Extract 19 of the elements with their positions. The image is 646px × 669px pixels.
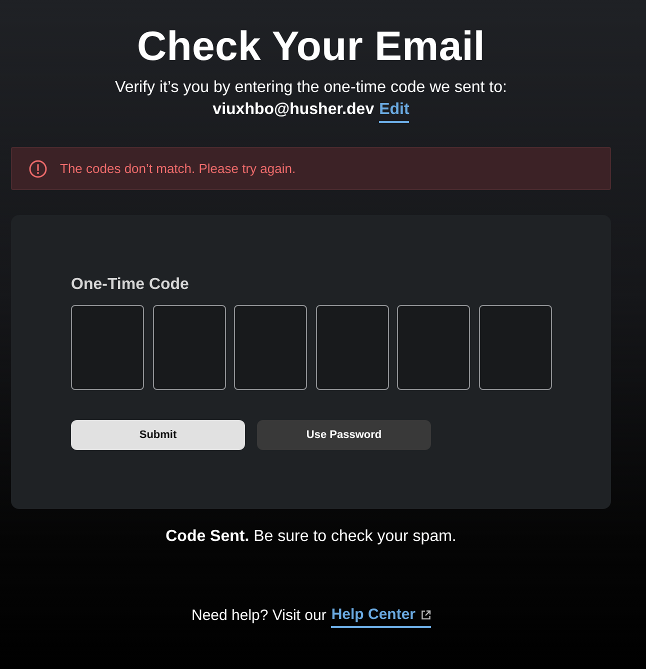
error-message: The codes don’t match. Please try again. bbox=[60, 161, 296, 176]
code-sent-notice: Code Sent. Be sure to check your spam. bbox=[166, 527, 456, 547]
code-digit-field[interactable] bbox=[234, 305, 307, 390]
code-digit-field[interactable] bbox=[478, 305, 552, 390]
code-digit-field[interactable] bbox=[71, 305, 144, 390]
edit-link[interactable]: Edit bbox=[379, 99, 410, 123]
submit-button[interactable]: Submit bbox=[71, 420, 245, 450]
page-title: Check Your Email bbox=[136, 22, 486, 70]
password-button[interactable]: Use Password bbox=[257, 420, 431, 450]
instruction-text: Verify it’s you by entering the one-time code we sent to: bbox=[115, 78, 507, 98]
code-digit-field[interactable] bbox=[152, 305, 226, 390]
external-link-icon bbox=[420, 610, 430, 620]
help-center-link[interactable]: Help Center bbox=[331, 604, 430, 628]
code-digit-field[interactable] bbox=[316, 305, 388, 390]
help-text: Need help? Visit our bbox=[192, 606, 326, 626]
code-digit-field[interactable] bbox=[397, 305, 470, 390]
email-address: viuxhbo@husher.dev bbox=[212, 100, 374, 120]
field-label: One-Time Code bbox=[71, 276, 190, 294]
alert-icon bbox=[29, 160, 47, 178]
